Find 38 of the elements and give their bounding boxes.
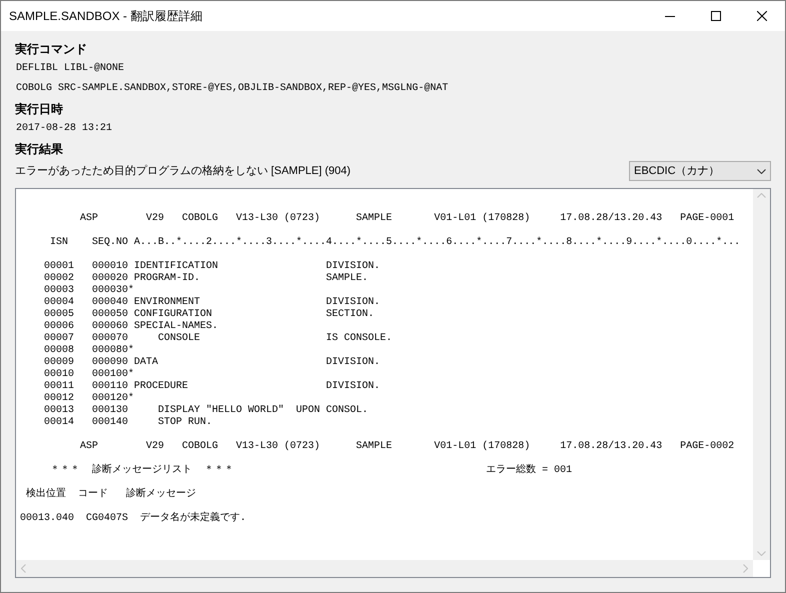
scroll-up-icon (757, 193, 766, 198)
listing-line: 00009 000090 DATA DIVISION. (43, 357, 382, 368)
listing-line: 00014 000140 STOP RUN. (43, 417, 214, 429)
listing-line: 00004 000040 ENVIRONMENT DIVISION. (43, 297, 382, 309)
listing-line: ISN SEQ.NO A...B..*....2....*....3....*....4....*....5....*....6....*....7....*....8....*....9....*....0....*... (49, 237, 742, 249)
listing-line: 00006 000060 SPECIAL-NAMES. (43, 321, 220, 333)
command-line: DEFLIBL LIBL-@NONE (15, 62, 126, 76)
listing-line: 00013.040 CG0407S データ名が未定義です. (20, 513, 248, 525)
close-icon (757, 11, 767, 21)
chevron-down-icon (757, 168, 766, 174)
section-heading: 実行結果 (15, 141, 64, 158)
window-title: SAMPLE.SANDBOX - 翻訳履歴詳細 (8, 8, 204, 25)
listing-line: 00002 000020 PROGRAM-ID. SAMPLE. (43, 273, 370, 284)
listing-line: ASP V29 COBOLG V13-L30 (0723) SAMPLE V01-L01 (170828) 17.08.28/13.20.43 PAGE-0002 (79, 441, 736, 453)
listing-line: 00013 000130 DISPLAY "HELLO WORLD" UPON CONSOL. (43, 405, 370, 417)
listing-line: 00005 000050 CONFIGURATION SECTION. (43, 309, 376, 321)
maximize-icon (711, 11, 721, 21)
vertical-scrollbar[interactable] (753, 189, 770, 560)
result-message: エラーがあったため目的プログラムの格納をしない [SAMPLE] (904) (15, 164, 351, 179)
listing-line: 00001 000010 IDENTIFICATION DIVISION. (43, 261, 382, 273)
scroll-down-icon (757, 551, 766, 556)
command-line: COBOLG SRC-SAMPLE.SANDBOX,STORE-@YES,OBJLIB-SANDBOX,REP-@YES,MSGLNG-@NAT (15, 82, 450, 96)
listing-line: ASP V29 COBOLG V13-L30 (0723) SAMPLE V01-L01 (170828) 17.08.28/13.20.43 PAGE-0001 (79, 213, 736, 225)
command-line: 2017-08-28 13:21 (15, 122, 114, 136)
scroll-right-icon (743, 564, 748, 573)
listing-line: 00010 000100* (43, 369, 136, 381)
listing-line: 00003 000030* (43, 285, 136, 297)
listing-line: ＊＊＊ 診断メッセージリスト ＊＊＊ エラー総数 = 001 (49, 465, 574, 477)
encoding-select[interactable]: EBCDIC（カナ） (629, 161, 771, 181)
listing-line: 00007 000070 CONSOLE IS CONSOLE. (43, 333, 394, 344)
listing-line: 00008 000080* (43, 345, 136, 357)
listing-line: 検出位置 コード 診断メッセージ (25, 489, 198, 501)
scroll-left-icon (21, 564, 26, 573)
section-heading: 実行日時 (15, 101, 64, 118)
listing-line: 00011 000110 PROCEDURE DIVISION. (43, 381, 382, 392)
section-heading: 実行コマンド (15, 41, 88, 58)
listing-line: 00012 000120* (43, 393, 136, 405)
horizontal-scrollbar[interactable] (16, 560, 753, 577)
